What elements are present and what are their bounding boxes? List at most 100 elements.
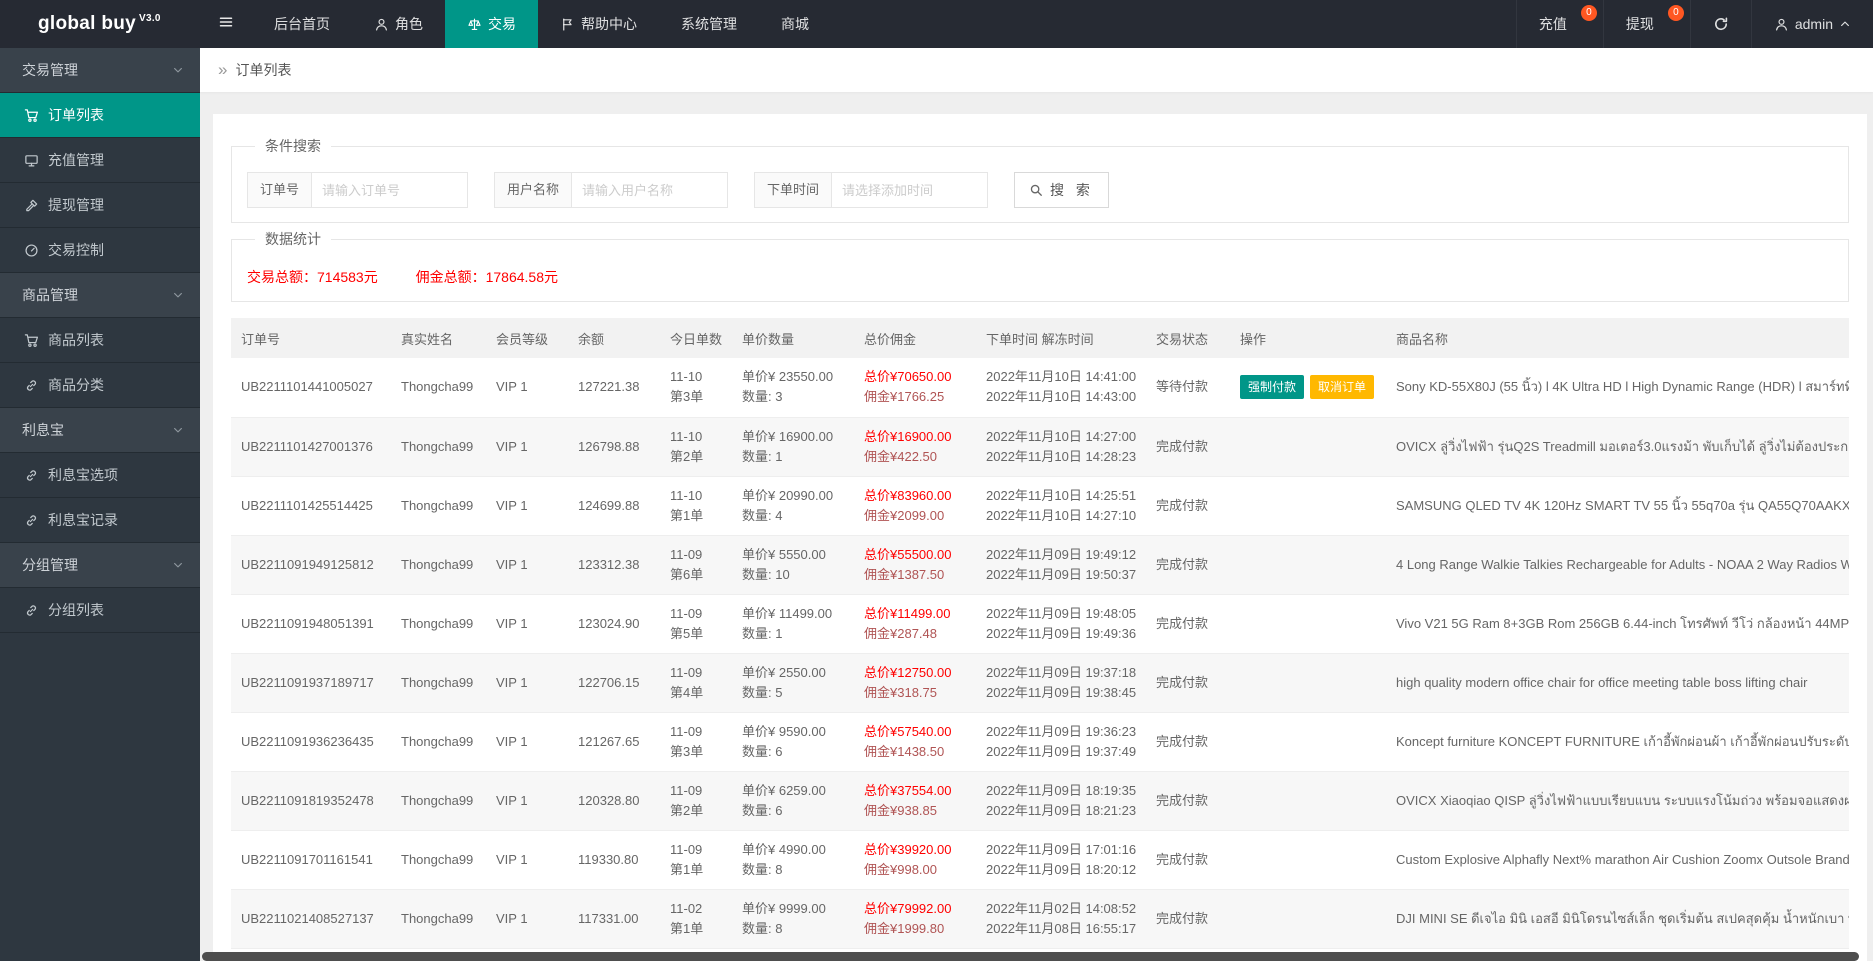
horizontal-scrollbar[interactable] xyxy=(202,952,1859,961)
cell-vip-level: VIP 1 xyxy=(486,535,568,595)
sidebar-group-trade-management[interactable]: 交易管理 xyxy=(0,48,200,93)
cell-today-orders: 11-10 第3单 xyxy=(660,358,732,418)
withdraw-badge: 0 xyxy=(1667,5,1684,21)
orders-table-wrap: 订单号 真实姓名 会员等级 余额 今日单数 单价数量 总价佣金 下单时间 解冻时间 交易状态 操作… xyxy=(231,318,1849,961)
nav-recharge-button[interactable]: 充值 0 xyxy=(1515,0,1603,48)
sidebar-item-withdraw-management[interactable]: 提现管理 xyxy=(0,183,200,228)
cell-total-commission: 总价¥57540.00 佣金¥1438.50 xyxy=(854,712,976,772)
sidebar-item-lixibao-records[interactable]: 利息宝记录 xyxy=(0,498,200,543)
cell-total-commission: 总价¥79992.00 佣金¥1999.80 xyxy=(854,889,976,949)
cell-times: 2022年11月10日 14:41:00 2022年11月10日 14:43:00 xyxy=(976,358,1146,418)
cell-times: 2022年11月10日 14:25:51 2022年11月10日 14:27:10 xyxy=(976,476,1146,536)
sidebar-item-label: 利息宝记录 xyxy=(48,512,118,528)
nav-item-trade[interactable]: 交易 xyxy=(445,0,538,48)
table-header-row: 订单号 真实姓名 会员等级 余额 今日单数 单价数量 总价佣金 下单时间 解冻时间 交易状态 操作… xyxy=(231,318,1849,358)
cart-icon xyxy=(24,333,39,348)
cell-times: 2022年11月09日 19:36:23 2022年11月09日 19:37:49 xyxy=(976,712,1146,772)
cell-product-name: Vivo V21 5G Ram 8+3GB Rom 256GB 6.44-inc… xyxy=(1386,594,1849,654)
table-row: UB2211091937189717 Thongcha99 VIP 1 122706.… xyxy=(231,653,1849,713)
col-header-total-commission: 总价佣金 xyxy=(854,318,976,358)
col-header-product-name: 商品名称 xyxy=(1386,318,1849,358)
refresh-icon xyxy=(1713,16,1729,32)
search-legend: 条件搜索 xyxy=(265,138,321,154)
cell-unit-qty: 单价¥ 16900.00 数量: 1 xyxy=(732,417,854,477)
cell-total-commission: 总价¥16900.00 佣金¥422.50 xyxy=(854,417,976,477)
sidebar-item-trade-control[interactable]: 交易控制 xyxy=(0,228,200,273)
force-pay-button[interactable]: 强制付款 xyxy=(1240,375,1305,400)
sidebar-group-goods-management[interactable]: 商品管理 xyxy=(0,273,200,318)
hamburger-icon xyxy=(218,14,234,35)
sidebar-item-recharge-management[interactable]: 充值管理 xyxy=(0,138,200,183)
logo-text: global buy xyxy=(38,13,136,34)
nav-item-label: 商城 xyxy=(781,16,809,32)
cell-actions xyxy=(1230,594,1386,654)
cell-today-orders: 11-09 第6单 xyxy=(660,535,732,595)
cell-unit-qty: 单价¥ 9999.00 数量: 8 xyxy=(732,889,854,949)
person-icon xyxy=(374,17,389,32)
recharge-badge: 0 xyxy=(1580,5,1597,21)
cell-order-no: UB2211021408527137 xyxy=(231,889,391,949)
cell-real-name: Thongcha99 xyxy=(391,417,486,477)
cell-actions xyxy=(1230,653,1386,713)
cell-order-no: UB2211101441005027 xyxy=(231,358,391,418)
sidebar: 交易管理 订单列表 充值管理 提现管理 交易控制 商品管理 商品列表 商品分类利息宝利息宝选项… xyxy=(0,48,200,961)
cell-actions xyxy=(1230,476,1386,536)
cell-vip-level: VIP 1 xyxy=(486,594,568,654)
order-no-input[interactable] xyxy=(312,173,468,207)
search-button[interactable]: 搜 索 xyxy=(1014,172,1109,208)
nav-withdraw-button[interactable]: 提现 0 xyxy=(1602,0,1690,48)
cell-vip-level: VIP 1 xyxy=(486,417,568,477)
cell-today-orders: 11-10 第1单 xyxy=(660,476,732,536)
sidebar-group-label: 利息宝 xyxy=(22,422,64,438)
cell-vip-level: VIP 1 xyxy=(486,712,568,772)
gauge-icon xyxy=(24,243,39,258)
cell-balance: 122706.15 xyxy=(568,653,660,713)
order-time-input[interactable] xyxy=(832,173,988,207)
username-input[interactable] xyxy=(572,173,728,207)
cell-real-name: Thongcha99 xyxy=(391,476,486,536)
sidebar-toggle-button[interactable] xyxy=(200,0,252,48)
cell-today-orders: 11-09 第3单 xyxy=(660,712,732,772)
cell-today-orders: 11-09 第1单 xyxy=(660,830,732,890)
cell-balance: 126798.88 xyxy=(568,417,660,477)
nav-item-label: 交易 xyxy=(488,16,516,32)
nav-item-roles[interactable]: 角色 xyxy=(352,0,445,48)
cell-balance: 123312.38 xyxy=(568,535,660,595)
sidebar-item-lixibao-options[interactable]: 利息宝选项 xyxy=(0,453,200,498)
nav-item-help-center[interactable]: 帮助中心 xyxy=(538,0,659,48)
chevron-down-icon xyxy=(172,289,184,301)
user-menu[interactable]: admin xyxy=(1750,0,1873,48)
cell-today-orders: 11-10 第2单 xyxy=(660,417,732,477)
sidebar-item-goods-category[interactable]: 商品分类 xyxy=(0,363,200,408)
cell-actions xyxy=(1230,417,1386,477)
sidebar-item-order-list[interactable]: 订单列表 xyxy=(0,93,200,138)
sidebar-item-group-list[interactable]: 分组列表 xyxy=(0,588,200,633)
sidebar-item-label: 分组列表 xyxy=(48,602,104,618)
screen-icon xyxy=(24,153,39,168)
refresh-button[interactable] xyxy=(1689,0,1751,48)
sidebar-item-goods-list[interactable]: 商品列表 xyxy=(0,318,200,363)
cell-status: 完成付款 xyxy=(1146,535,1230,595)
nav-item-dashboard[interactable]: 后台首页 xyxy=(252,0,352,48)
cell-vip-level: VIP 1 xyxy=(486,476,568,536)
nav-item-system[interactable]: 系统管理 xyxy=(659,0,759,48)
link-icon xyxy=(24,603,39,618)
sidebar-group-group-management[interactable]: 分组管理 xyxy=(0,543,200,588)
cell-actions xyxy=(1230,712,1386,772)
table-row: UB2211021408527137 Thongcha99 VIP 1 117331.… xyxy=(231,889,1849,949)
cell-product-name: SAMSUNG QLED TV 4K 120Hz SMART TV 55 นิ้… xyxy=(1386,476,1849,536)
table-row: UB2211091819352478 Thongcha99 VIP 1 120328.… xyxy=(231,771,1849,831)
stats-totals: 交易总额：714583元 佣金总额：17864.58元 xyxy=(247,267,1833,287)
nav-recharge-label: 充值 xyxy=(1538,16,1567,32)
nav-withdraw-label: 提现 xyxy=(1625,16,1654,32)
cell-total-commission: 总价¥70650.00 佣金¥1766.25 xyxy=(854,358,976,418)
cell-product-name: OVICX Xiaoqiao QISP ลู่วิ่งไฟฟ้าแบบเรียบ… xyxy=(1386,771,1849,831)
trade-total-amount: 交易总额：714583元 xyxy=(247,269,378,285)
sidebar-item-label: 利息宝选项 xyxy=(48,467,118,483)
nav-item-mall[interactable]: 商城 xyxy=(759,0,831,48)
sidebar-group-lixibao[interactable]: 利息宝 xyxy=(0,408,200,453)
cancel-order-button[interactable]: 取消订单 xyxy=(1310,375,1375,400)
cell-order-no: UB2211101427001376 xyxy=(231,417,391,477)
cell-balance: 117331.00 xyxy=(568,889,660,949)
cell-real-name: Thongcha99 xyxy=(391,358,486,418)
